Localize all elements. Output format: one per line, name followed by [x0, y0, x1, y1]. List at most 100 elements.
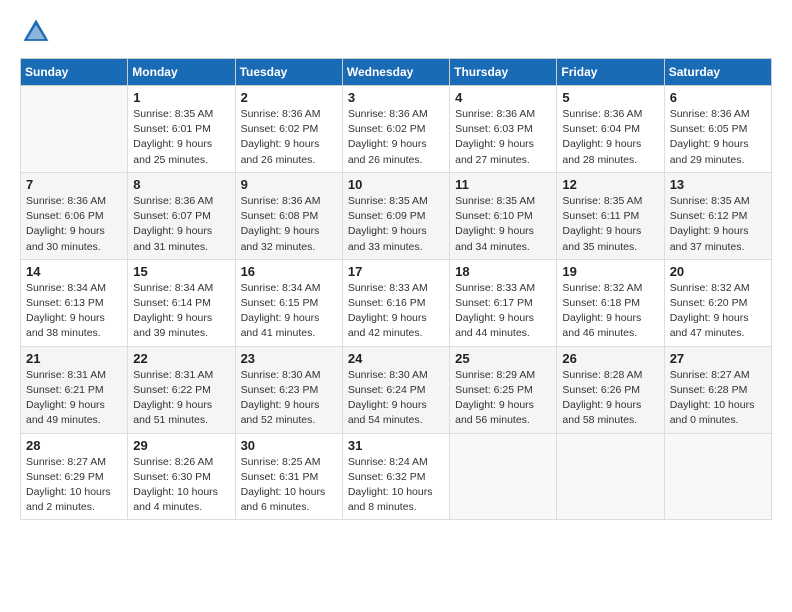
calendar-cell-2-1: 15 Sunrise: 8:34 AMSunset: 6:14 PMDayligh…	[128, 259, 235, 346]
day-info: Sunrise: 8:35 AMSunset: 6:09 PMDaylight:…	[348, 194, 444, 255]
calendar-cell-4-1: 29 Sunrise: 8:26 AMSunset: 6:30 PMDayligh…	[128, 433, 235, 520]
day-info: Sunrise: 8:31 AMSunset: 6:21 PMDaylight:…	[26, 368, 122, 429]
calendar-cell-2-0: 14 Sunrise: 8:34 AMSunset: 6:13 PMDayligh…	[21, 259, 128, 346]
day-info: Sunrise: 8:30 AMSunset: 6:23 PMDaylight:…	[241, 368, 337, 429]
calendar-cell-1-6: 13 Sunrise: 8:35 AMSunset: 6:12 PMDayligh…	[664, 172, 771, 259]
calendar-cell-1-5: 12 Sunrise: 8:35 AMSunset: 6:11 PMDayligh…	[557, 172, 664, 259]
day-number: 28	[26, 438, 122, 453]
calendar-week-row-4: 28 Sunrise: 8:27 AMSunset: 6:29 PMDayligh…	[21, 433, 772, 520]
calendar-cell-1-3: 10 Sunrise: 8:35 AMSunset: 6:09 PMDayligh…	[342, 172, 449, 259]
day-number: 6	[670, 90, 766, 105]
calendar-week-row-0: 1 Sunrise: 8:35 AMSunset: 6:01 PMDaylight…	[21, 86, 772, 173]
day-number: 8	[133, 177, 229, 192]
day-number: 29	[133, 438, 229, 453]
calendar-cell-2-2: 16 Sunrise: 8:34 AMSunset: 6:15 PMDayligh…	[235, 259, 342, 346]
calendar-cell-1-0: 7Sunrise: 8:36 AMSunset: 6:06 PMDaylight…	[21, 172, 128, 259]
col-monday: Monday	[128, 59, 235, 86]
day-info: Sunrise: 8:34 AMSunset: 6:14 PMDaylight:…	[133, 281, 229, 342]
day-info: Sunrise: 8:36 AMSunset: 6:05 PMDaylight:…	[670, 107, 766, 168]
logo-icon	[20, 16, 52, 48]
day-number: 19	[562, 264, 658, 279]
day-info: Sunrise: 8:27 AMSunset: 6:28 PMDaylight:…	[670, 368, 766, 429]
day-info: Sunrise: 8:28 AMSunset: 6:26 PMDaylight:…	[562, 368, 658, 429]
day-info: Sunrise: 8:36 AMSunset: 6:08 PMDaylight:…	[241, 194, 337, 255]
day-info: Sunrise: 8:35 AMSunset: 6:11 PMDaylight:…	[562, 194, 658, 255]
day-info: Sunrise: 8:25 AMSunset: 6:31 PMDaylight:…	[241, 455, 337, 516]
calendar-cell-0-0	[21, 86, 128, 173]
day-info: Sunrise: 8:27 AMSunset: 6:29 PMDaylight:…	[26, 455, 122, 516]
day-number: 11	[455, 177, 551, 192]
day-number: 22	[133, 351, 229, 366]
calendar-cell-2-3: 17 Sunrise: 8:33 AMSunset: 6:16 PMDayligh…	[342, 259, 449, 346]
day-number: 23	[241, 351, 337, 366]
col-saturday: Saturday	[664, 59, 771, 86]
calendar-cell-0-2: 2Sunrise: 8:36 AMSunset: 6:02 PMDaylight…	[235, 86, 342, 173]
day-info: Sunrise: 8:34 AMSunset: 6:15 PMDaylight:…	[241, 281, 337, 342]
calendar-cell-2-6: 20Sunrise: 8:32 AMSunset: 6:20 PMDayligh…	[664, 259, 771, 346]
day-number: 15	[133, 264, 229, 279]
calendar-header-row: Sunday Monday Tuesday Wednesday Thursday…	[21, 59, 772, 86]
day-info: Sunrise: 8:36 AMSunset: 6:07 PMDaylight:…	[133, 194, 229, 255]
calendar-cell-3-4: 25 Sunrise: 8:29 AMSunset: 6:25 PMDayligh…	[450, 346, 557, 433]
day-number: 24	[348, 351, 444, 366]
day-number: 27	[670, 351, 766, 366]
day-number: 10	[348, 177, 444, 192]
col-wednesday: Wednesday	[342, 59, 449, 86]
calendar-cell-0-5: 5Sunrise: 8:36 AMSunset: 6:04 PMDaylight…	[557, 86, 664, 173]
day-number: 25	[455, 351, 551, 366]
calendar-cell-2-4: 18 Sunrise: 8:33 AMSunset: 6:17 PMDayligh…	[450, 259, 557, 346]
calendar-cell-1-4: 11 Sunrise: 8:35 AMSunset: 6:10 PMDayligh…	[450, 172, 557, 259]
calendar-cell-1-1: 8 Sunrise: 8:36 AMSunset: 6:07 PMDaylight…	[128, 172, 235, 259]
day-number: 18	[455, 264, 551, 279]
calendar-cell-0-4: 4 Sunrise: 8:36 AMSunset: 6:03 PMDaylight…	[450, 86, 557, 173]
day-number: 14	[26, 264, 122, 279]
calendar-cell-4-3: 31Sunrise: 8:24 AMSunset: 6:32 PMDayligh…	[342, 433, 449, 520]
day-number: 5	[562, 90, 658, 105]
calendar-cell-4-4	[450, 433, 557, 520]
calendar-cell-3-3: 24 Sunrise: 8:30 AMSunset: 6:24 PMDayligh…	[342, 346, 449, 433]
day-number: 17	[348, 264, 444, 279]
calendar-table: Sunday Monday Tuesday Wednesday Thursday…	[20, 58, 772, 520]
calendar-cell-1-2: 9 Sunrise: 8:36 AMSunset: 6:08 PMDaylight…	[235, 172, 342, 259]
day-number: 9	[241, 177, 337, 192]
calendar-cell-2-5: 19 Sunrise: 8:32 AMSunset: 6:18 PMDayligh…	[557, 259, 664, 346]
calendar-cell-4-6	[664, 433, 771, 520]
calendar-cell-3-5: 26 Sunrise: 8:28 AMSunset: 6:26 PMDayligh…	[557, 346, 664, 433]
day-info: Sunrise: 8:29 AMSunset: 6:25 PMDaylight:…	[455, 368, 551, 429]
day-info: Sunrise: 8:32 AMSunset: 6:20 PMDaylight:…	[670, 281, 766, 342]
day-info: Sunrise: 8:35 AMSunset: 6:01 PMDaylight:…	[133, 107, 229, 168]
day-info: Sunrise: 8:36 AMSunset: 6:03 PMDaylight:…	[455, 107, 551, 168]
day-info: Sunrise: 8:35 AMSunset: 6:12 PMDaylight:…	[670, 194, 766, 255]
calendar-cell-0-6: 6 Sunrise: 8:36 AMSunset: 6:05 PMDaylight…	[664, 86, 771, 173]
day-info: Sunrise: 8:31 AMSunset: 6:22 PMDaylight:…	[133, 368, 229, 429]
day-info: Sunrise: 8:30 AMSunset: 6:24 PMDaylight:…	[348, 368, 444, 429]
day-number: 13	[670, 177, 766, 192]
day-number: 21	[26, 351, 122, 366]
day-info: Sunrise: 8:33 AMSunset: 6:16 PMDaylight:…	[348, 281, 444, 342]
calendar-cell-3-1: 22 Sunrise: 8:31 AMSunset: 6:22 PMDayligh…	[128, 346, 235, 433]
day-info: Sunrise: 8:32 AMSunset: 6:18 PMDaylight:…	[562, 281, 658, 342]
header	[20, 16, 772, 48]
calendar-cell-0-1: 1 Sunrise: 8:35 AMSunset: 6:01 PMDaylight…	[128, 86, 235, 173]
day-info: Sunrise: 8:34 AMSunset: 6:13 PMDaylight:…	[26, 281, 122, 342]
day-number: 31	[348, 438, 444, 453]
day-number: 12	[562, 177, 658, 192]
day-number: 4	[455, 90, 551, 105]
col-friday: Friday	[557, 59, 664, 86]
calendar-week-row-2: 14 Sunrise: 8:34 AMSunset: 6:13 PMDayligh…	[21, 259, 772, 346]
calendar-cell-3-2: 23 Sunrise: 8:30 AMSunset: 6:23 PMDayligh…	[235, 346, 342, 433]
logo	[20, 16, 56, 48]
calendar-cell-3-0: 21 Sunrise: 8:31 AMSunset: 6:21 PMDayligh…	[21, 346, 128, 433]
day-info: Sunrise: 8:26 AMSunset: 6:30 PMDaylight:…	[133, 455, 229, 516]
calendar-cell-4-5	[557, 433, 664, 520]
calendar-cell-0-3: 3Sunrise: 8:36 AMSunset: 6:02 PMDaylight…	[342, 86, 449, 173]
day-number: 1	[133, 90, 229, 105]
day-info: Sunrise: 8:33 AMSunset: 6:17 PMDaylight:…	[455, 281, 551, 342]
day-info: Sunrise: 8:35 AMSunset: 6:10 PMDaylight:…	[455, 194, 551, 255]
calendar-week-row-3: 21 Sunrise: 8:31 AMSunset: 6:21 PMDayligh…	[21, 346, 772, 433]
day-number: 16	[241, 264, 337, 279]
day-number: 26	[562, 351, 658, 366]
day-info: Sunrise: 8:36 AMSunset: 6:02 PMDaylight:…	[348, 107, 444, 168]
day-number: 30	[241, 438, 337, 453]
col-sunday: Sunday	[21, 59, 128, 86]
